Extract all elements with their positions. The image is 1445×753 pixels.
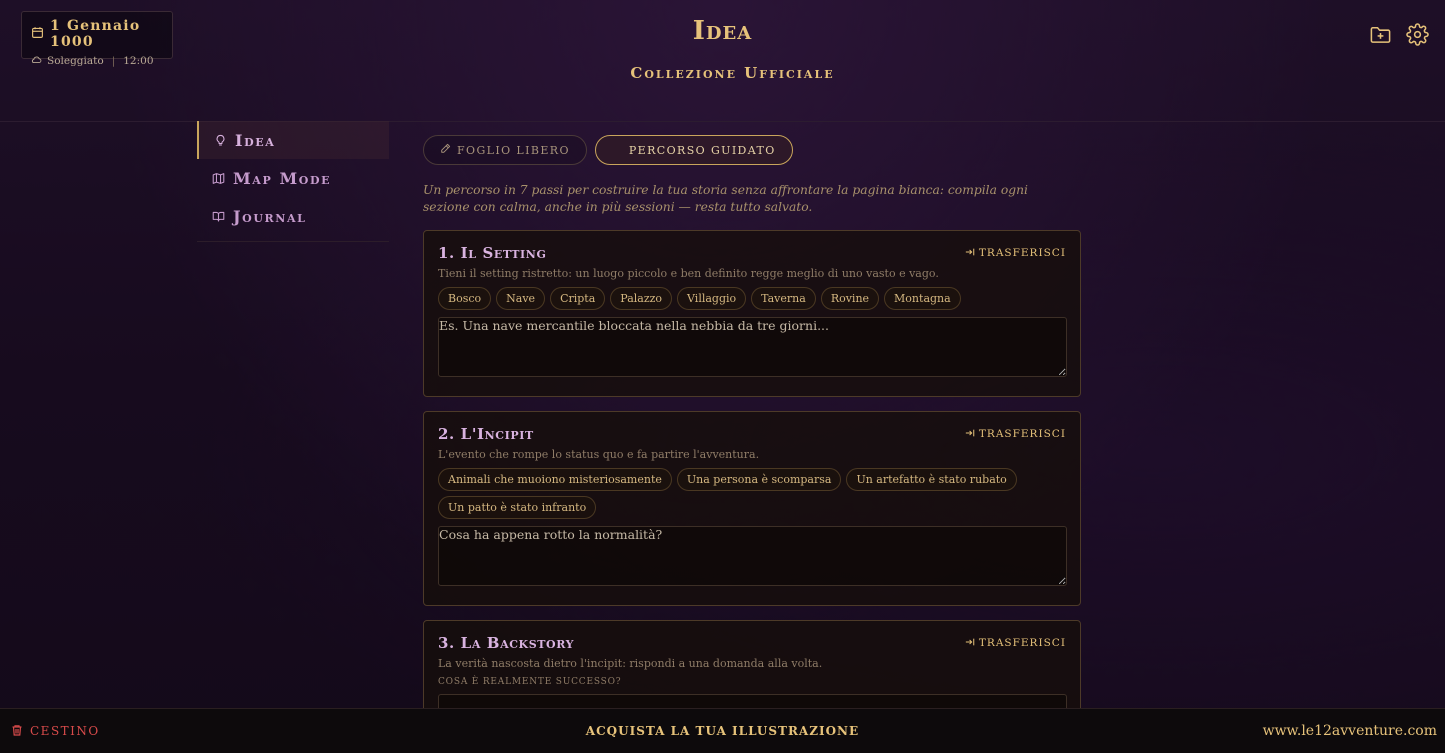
chip-list: Animali che muoiono misteriosamente Una … — [438, 468, 1066, 519]
page-subtitle: Collezione Ufficiale — [630, 64, 835, 82]
footer: CESTINO ACQUISTA LA TUA ILLUSTRAZIONE ww… — [0, 708, 1445, 753]
sidebar-item-idea[interactable]: Idea — [197, 121, 389, 159]
tab-foglio-libero[interactable]: FOGLIO LIBERO — [423, 135, 587, 165]
sidebar-item-map-mode[interactable]: Map Mode — [197, 159, 389, 197]
sidebar-item-journal[interactable]: Journal — [197, 197, 389, 235]
chip[interactable]: Taverna — [751, 287, 816, 310]
chip[interactable]: Nave — [496, 287, 546, 310]
chip[interactable]: Palazzo — [610, 287, 673, 310]
step-description: Tieni il setting ristretto: un luogo pic… — [438, 267, 939, 280]
step-description: La verità nascosta dietro l'incipit: ris… — [438, 657, 823, 670]
intro-text: Un percorso in 7 passi per costruire la … — [423, 183, 1028, 214]
sidebar: Idea Map Mode Journal — [197, 121, 389, 242]
pencil-icon — [440, 143, 451, 157]
buy-illustration-link[interactable]: ACQUISTA LA TUA ILLUSTRAZIONE — [586, 724, 859, 738]
sidebar-item-label: Journal — [233, 206, 307, 226]
map-icon — [212, 172, 225, 185]
lightbulb-icon — [214, 134, 227, 147]
setting-textarea[interactable] — [438, 317, 1067, 377]
chip[interactable]: Un patto è stato infranto — [438, 496, 597, 519]
transfer-label: TRASFERISCI — [978, 247, 1066, 259]
chip[interactable]: Montagna — [884, 287, 961, 310]
chip[interactable]: Un artefatto è stato rubato — [846, 468, 1017, 491]
chip[interactable]: Animali che muoiono misteriosamente — [438, 468, 672, 491]
transfer-icon — [965, 428, 975, 441]
book-icon — [212, 210, 225, 223]
chip[interactable]: Cripta — [550, 287, 606, 310]
sidebar-item-label: Map Mode — [233, 168, 332, 188]
step-card-setting: 1. Il Setting TRASFERISCI Tieni il setti… — [423, 230, 1081, 397]
page-title: Idea — [692, 16, 753, 46]
website-link[interactable]: www.le12avventure.com — [1263, 723, 1437, 739]
transfer-button[interactable]: TRASFERISCI — [965, 428, 1066, 441]
sidebar-item-label: Idea — [235, 130, 276, 150]
mode-tabs: FOGLIO LIBERO PERCORSO GUIDATO — [423, 135, 1081, 165]
folder-add-icon[interactable] — [1369, 23, 1392, 46]
step-card-incipit: 2. L'Incipit TRASFERISCI L'evento che ro… — [423, 411, 1081, 606]
step-title: 3. La Backstory — [438, 634, 575, 652]
step-title: 2. L'Incipit — [438, 425, 534, 443]
main-content: FOGLIO LIBERO PERCORSO GUIDATO Un percor… — [423, 135, 1081, 753]
chip-list: Bosco Nave Cripta Palazzo Villaggio Tave… — [438, 287, 1066, 310]
chip[interactable]: Una persona è scomparsa — [676, 468, 842, 491]
transfer-label: TRASFERISCI — [978, 428, 1066, 440]
transfer-button[interactable]: TRASFERISCI — [965, 247, 1066, 260]
incipit-textarea[interactable] — [438, 526, 1067, 586]
step-title: 1. Il Setting — [438, 244, 547, 262]
chip[interactable]: Rovine — [820, 287, 880, 310]
chip[interactable]: Bosco — [438, 287, 492, 310]
transfer-icon — [965, 247, 975, 260]
transfer-icon — [965, 637, 975, 650]
transfer-button[interactable]: TRASFERISCI — [965, 637, 1066, 650]
step-description: L'evento che rompe lo status quo e fa pa… — [438, 448, 760, 461]
field-label: COSA È REALMENTE SUCCESSO? — [438, 677, 622, 687]
tab-percorso-guidato[interactable]: PERCORSO GUIDATO — [594, 135, 793, 165]
gear-icon[interactable] — [1406, 23, 1429, 46]
transfer-label: TRASFERISCI — [978, 637, 1066, 649]
chip[interactable]: Villaggio — [677, 287, 747, 310]
tab-label: FOGLIO LIBERO — [457, 143, 570, 157]
tab-label: PERCORSO GUIDATO — [628, 143, 776, 157]
